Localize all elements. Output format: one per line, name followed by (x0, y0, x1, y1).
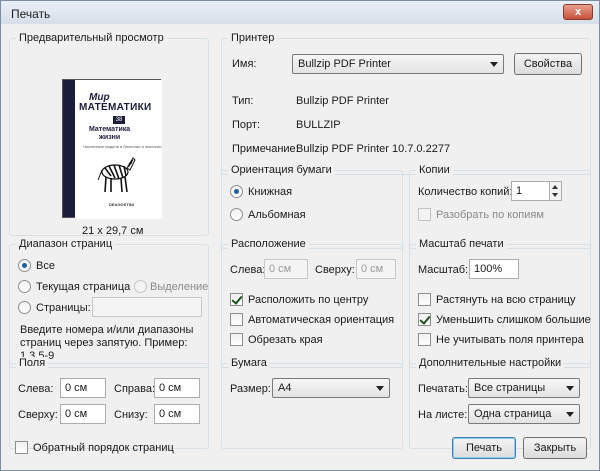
scale-shrink-label[interactable]: Уменьшить слишком большие (436, 314, 591, 326)
reverse-order-checkbox[interactable] (15, 441, 28, 454)
book-title-line2: МАТЕМАТИКИ (79, 102, 152, 113)
title-bar: Печать x (0, 0, 600, 24)
extra-settings-group-title: Дополнительные настройки (416, 357, 565, 369)
page-range-group: Диапазон страниц Все Текущая страница Вы… (9, 238, 209, 368)
scale-stretch-label[interactable]: Растянуть на всю страницу (436, 294, 576, 306)
landscape-label[interactable]: Альбомная (248, 209, 306, 221)
range-all-radio[interactable] (18, 259, 31, 272)
scale-stretch-checkbox[interactable] (418, 293, 431, 306)
layout-top-input[interactable]: 0 см (356, 259, 396, 279)
margin-bottom-label: Снизу: (114, 409, 148, 421)
chevron-down-icon (490, 62, 498, 67)
book-publisher: DEAGOSTINI (109, 202, 134, 207)
layout-auto-orient-label[interactable]: Автоматическая ориентация (248, 314, 394, 326)
layout-crop-checkbox[interactable] (230, 333, 243, 346)
range-selection-label[interactable]: Выделение (150, 281, 208, 293)
print-button[interactable]: Печать (452, 437, 516, 459)
book-subtitle: Математика жизни (89, 126, 131, 141)
chevron-down-icon (566, 412, 574, 417)
copies-count-input[interactable]: 1 (511, 181, 550, 201)
printer-type-label: Тип: (232, 95, 254, 107)
scale-ignore-margins-checkbox[interactable] (418, 333, 431, 346)
range-selection-radio[interactable] (134, 280, 147, 293)
print-pages-select[interactable]: Все страницы (468, 378, 580, 398)
layout-left-label: Слева: (230, 264, 266, 276)
layout-group-title: Расположение (228, 238, 309, 250)
zebra-illustration (97, 157, 136, 193)
printer-type-value: Bullzip PDF Printer (296, 95, 389, 107)
copies-spinner[interactable] (549, 181, 562, 201)
scale-input[interactable]: 100% (469, 259, 519, 279)
page-range-group-title: Диапазон страниц (16, 238, 116, 250)
printer-port-label: Порт: (232, 119, 260, 131)
printer-comment-value: Bullzip PDF Printer 10.7.0.2277 (296, 143, 451, 155)
orientation-group-title: Ориентация бумаги (228, 164, 335, 176)
layout-center-checkbox[interactable] (230, 293, 243, 306)
printer-comment-label: Примечание: (232, 143, 299, 155)
scale-shrink-checkbox[interactable] (418, 313, 431, 326)
range-pages-label[interactable]: Страницы: (36, 302, 91, 314)
scale-group: Масштаб печати Масштаб: 100% Растянуть н… (409, 238, 591, 368)
printer-name-select[interactable]: Bullzip PDF Printer (292, 54, 504, 74)
paper-size-select[interactable]: A4 (272, 378, 390, 398)
printer-port-value: BULLZIP (296, 119, 341, 131)
printer-properties-button[interactable]: Свойства (514, 53, 582, 75)
portrait-radio[interactable] (230, 185, 243, 198)
scale-group-title: Масштаб печати (416, 238, 507, 250)
scale-label: Масштаб: (418, 264, 469, 276)
layout-top-label: Сверху: (315, 264, 355, 276)
close-button[interactable]: Закрыть (523, 437, 587, 459)
margin-left-label: Слева: (18, 383, 54, 395)
book-issue-badge: 38 (113, 116, 125, 124)
layout-center-label[interactable]: Расположить по центру (248, 294, 368, 306)
range-all-label[interactable]: Все (36, 260, 55, 272)
range-pages-input[interactable] (92, 297, 202, 317)
printer-group-title: Принтер (228, 32, 278, 44)
copies-count-label: Количество копий: (418, 186, 513, 198)
margins-group: Поля Слева: 0 см Справа: 0 см Сверху: 0 … (9, 357, 209, 449)
range-current-label[interactable]: Текущая страница (36, 281, 130, 293)
collate-label[interactable]: Разобрать по копиям (436, 209, 544, 221)
paper-size-label-text: Размер: (230, 383, 271, 395)
reverse-order-label[interactable]: Обратный порядок страниц (33, 442, 174, 454)
margins-group-title: Поля (16, 357, 49, 369)
printer-group: Принтер Имя: Bullzip PDF Printer Свойств… (221, 32, 591, 175)
paper-group-title: Бумага (228, 357, 270, 369)
range-pages-radio[interactable] (18, 301, 31, 314)
portrait-label[interactable]: Книжная (248, 186, 292, 198)
layout-group: Расположение Слева: 0 см Сверху: 0 см Ра… (221, 238, 403, 368)
arrow-up-icon[interactable] (552, 185, 558, 189)
arrow-down-icon[interactable] (552, 193, 558, 197)
copies-group-title: Копии (416, 164, 453, 176)
paper-size-label: 21 x 29,7 см (82, 225, 144, 237)
preview-group-title: Предварительный просмотр (16, 32, 167, 44)
chevron-down-icon (566, 386, 574, 391)
margin-bottom-input[interactable]: 0 см (154, 404, 200, 424)
margin-right-label: Справа: (114, 383, 156, 395)
margin-left-input[interactable]: 0 см (60, 378, 106, 398)
range-current-radio[interactable] (18, 280, 31, 293)
scale-ignore-margins-label[interactable]: Не учитывать поля принтера (436, 334, 584, 346)
collate-checkbox[interactable] (418, 208, 431, 221)
layout-left-input[interactable]: 0 см (264, 259, 308, 279)
page-preview-image: Мир МАТЕМАТИКИ 38 Математика жизни Числен… (62, 79, 162, 219)
landscape-radio[interactable] (230, 208, 243, 221)
close-window-button[interactable]: x (563, 4, 593, 20)
print-pages-label: Печатать: (418, 383, 468, 395)
print-dialog: Предварительный просмотр Мир МАТЕМАТИКИ … (0, 24, 600, 471)
margin-top-input[interactable]: 0 см (60, 404, 106, 424)
layout-auto-orient-checkbox[interactable] (230, 313, 243, 326)
printer-name-label: Имя: (232, 58, 257, 70)
preview-group: Предварительный просмотр Мир МАТЕМАТИКИ … (9, 32, 209, 237)
per-sheet-select[interactable]: Одна страница (468, 404, 580, 424)
margin-top-label: Сверху: (18, 409, 58, 421)
book-small-text: Численные модели в биологии и экологии (83, 144, 162, 149)
window-title: Печать (11, 7, 51, 21)
close-icon: x (574, 6, 582, 18)
paper-group: Бумага Размер: A4 (221, 357, 403, 449)
chevron-down-icon (376, 386, 384, 391)
per-sheet-label: На листе: (418, 409, 468, 421)
margin-right-input[interactable]: 0 см (154, 378, 200, 398)
layout-crop-label[interactable]: Обрезать края (248, 334, 323, 346)
